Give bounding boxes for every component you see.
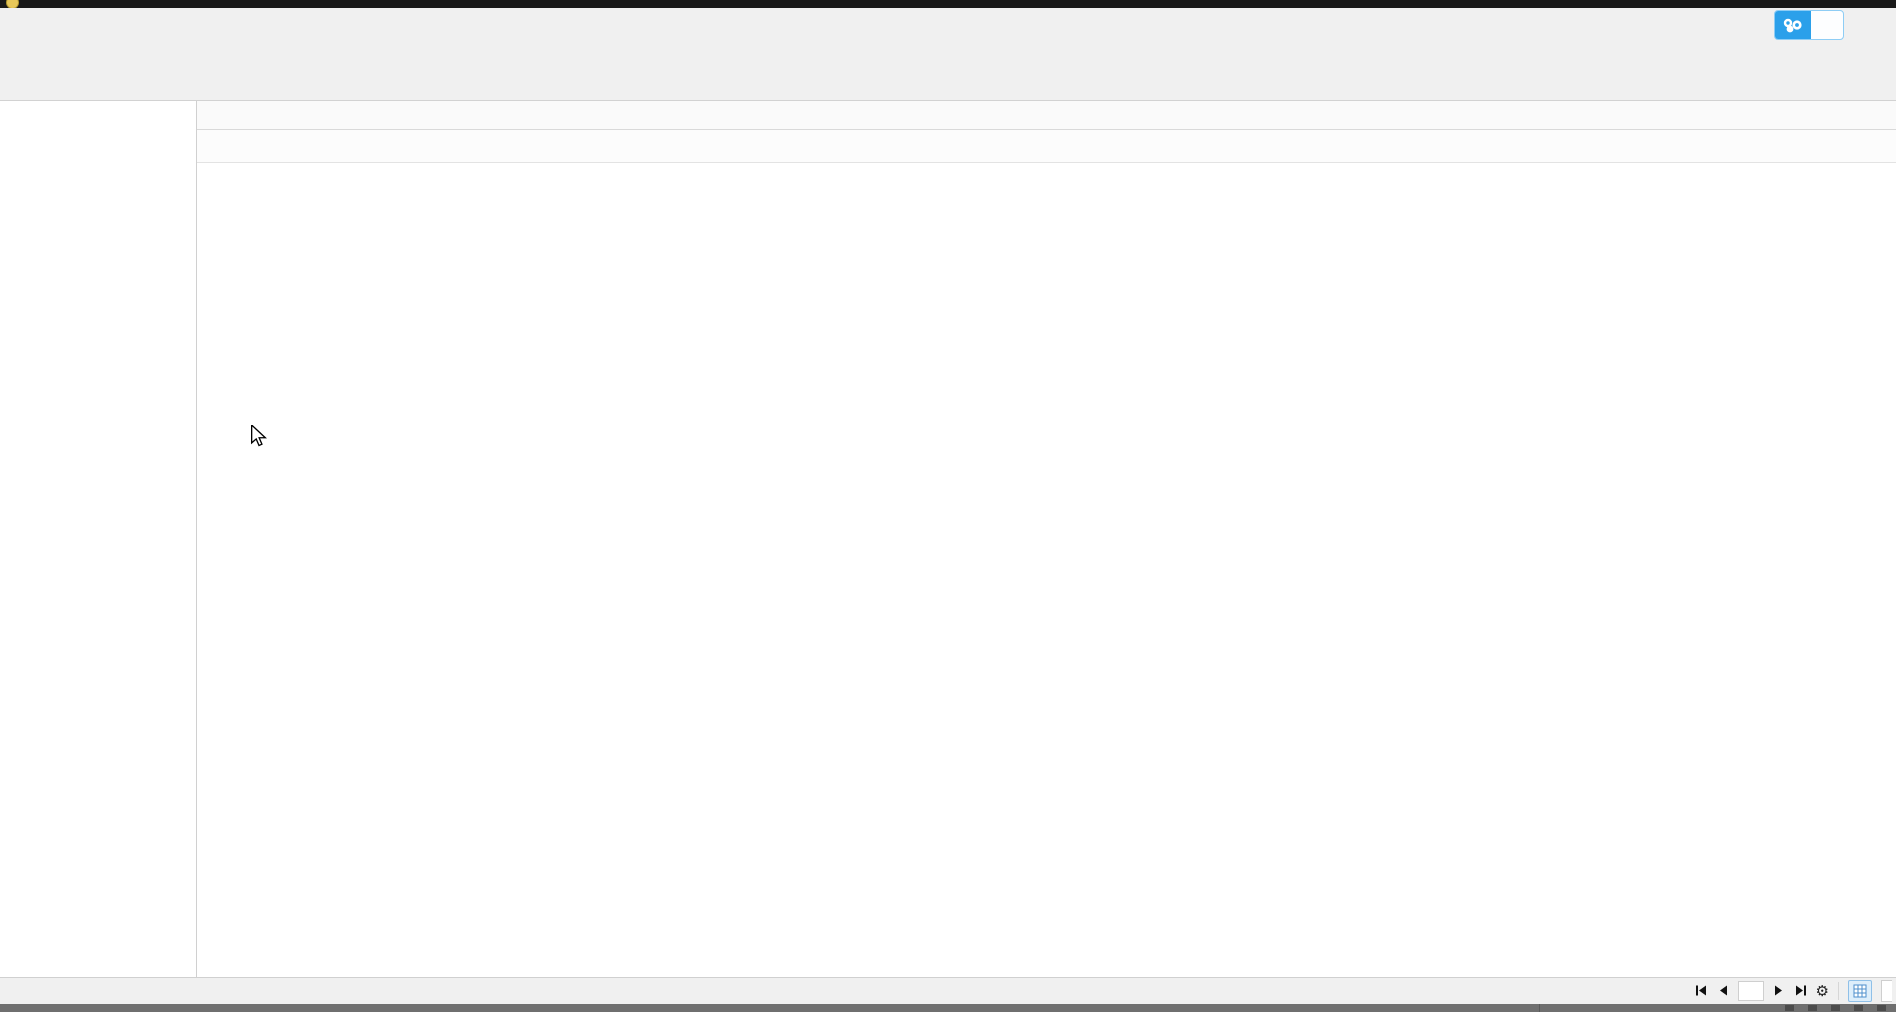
page-number[interactable] — [1737, 981, 1764, 1001]
main-toolbar — [0, 36, 1896, 101]
taskbar-tray-icons — [1785, 1005, 1886, 1011]
app-icon — [6, 0, 19, 8]
window-titlebar — [0, 0, 1896, 8]
grid-toolbar — [197, 130, 1896, 163]
menu-bar — [0, 8, 1896, 36]
divider — [1838, 982, 1839, 1000]
data-grid-area — [197, 163, 1896, 978]
tab-bar — [197, 101, 1896, 130]
connection-tree — [0, 101, 197, 978]
previous-record-button[interactable] — [1717, 984, 1729, 999]
record-toolbar: ⚙ — [0, 977, 1896, 1004]
drag-upload-label — [1811, 11, 1843, 39]
form-view-button[interactable] — [1881, 980, 1892, 1002]
last-record-button[interactable] — [1794, 984, 1807, 999]
drag-upload-button[interactable] — [1774, 10, 1844, 40]
grid-view-button[interactable] — [1848, 980, 1872, 1002]
taskbar[interactable] — [0, 1004, 1896, 1012]
netdisk-cloud-icon — [1775, 11, 1811, 39]
settings-gear-icon[interactable]: ⚙ — [1816, 984, 1829, 999]
navicat-window: ⚙ — [0, 0, 1896, 1012]
next-record-button[interactable] — [1773, 984, 1785, 999]
pager: ⚙ — [1695, 980, 1896, 1002]
first-record-button[interactable] — [1695, 984, 1708, 999]
